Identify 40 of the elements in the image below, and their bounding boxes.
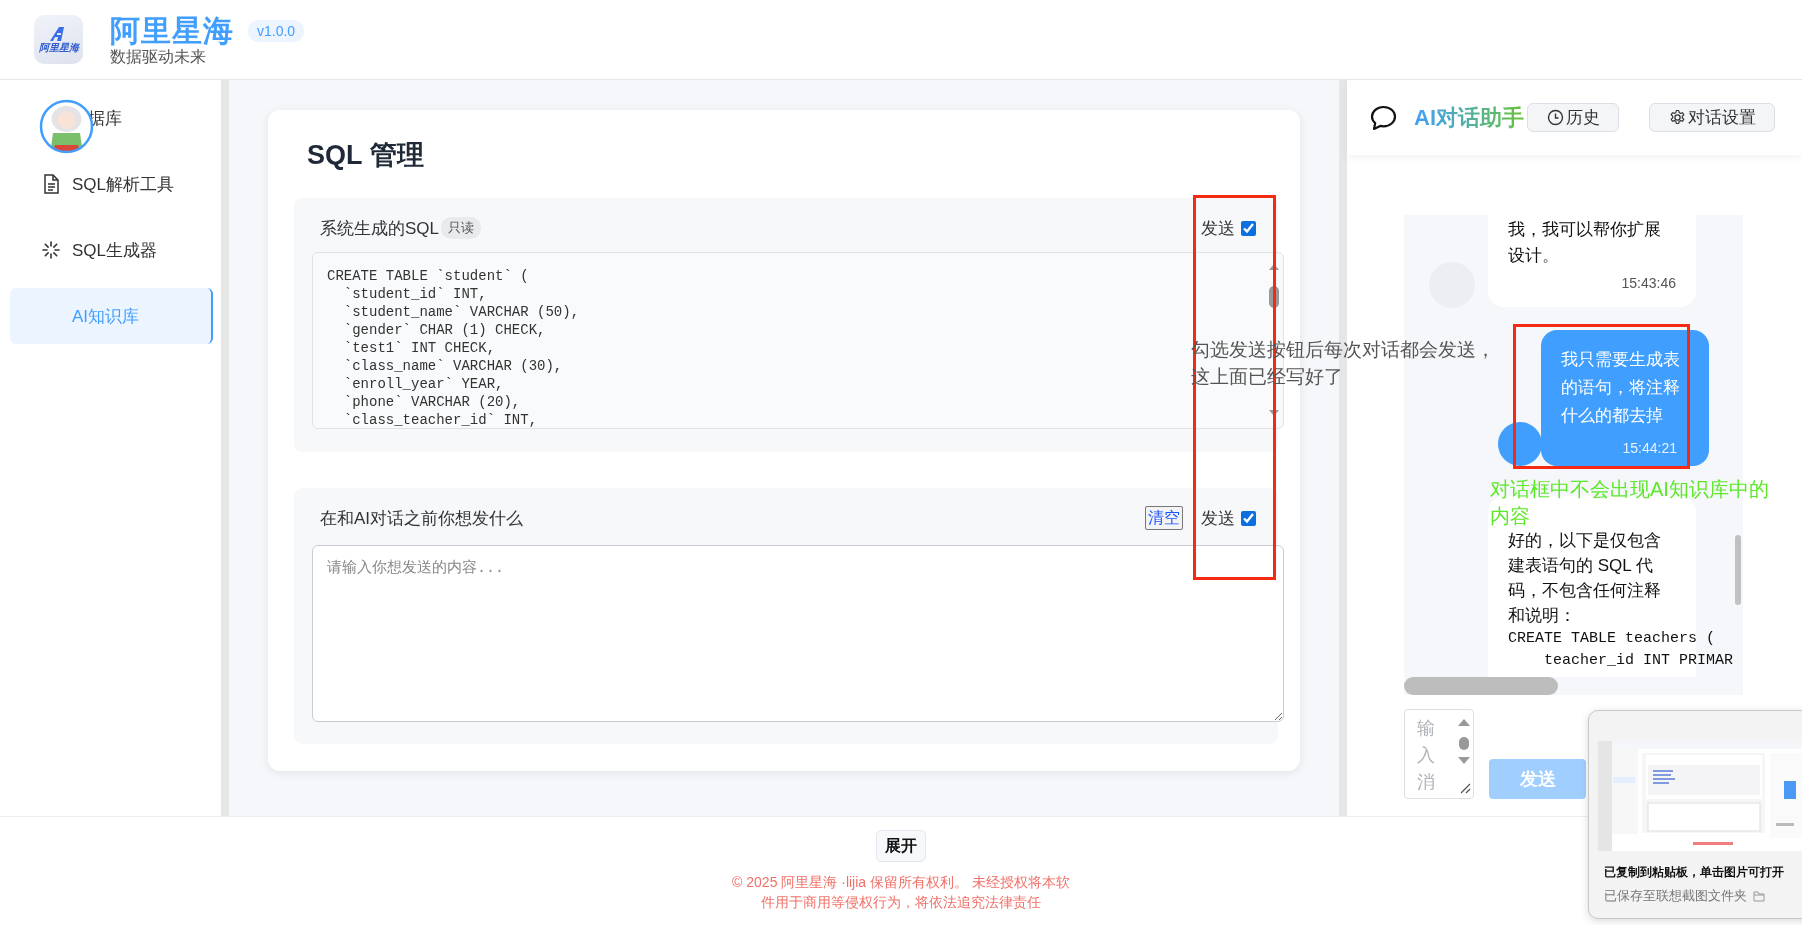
annotation-text: 对话框中不会出现AI知识库中的内容 [1490,477,1770,529]
notification-subtitle: 已保存至联想截图文件夹 [1604,887,1747,905]
sparkle-icon [42,241,60,259]
send-checkbox[interactable] [1241,220,1256,236]
send-checkbox[interactable] [1241,510,1256,526]
code-line: CREATE TABLE teachers ( [1508,629,1716,649]
chat-input[interactable]: 输入消 [1404,709,1474,799]
logo-text: 阿里星海 [38,42,79,53]
folder-icon[interactable] [1753,890,1765,902]
sidebar-item[interactable]: SQL解析工具 [10,156,213,212]
history-button[interactable]: 历史 [1527,103,1619,132]
section-label: 在和AI对话之前你想发什么 [320,507,524,530]
send-label: 发送 [1201,217,1235,240]
message-time: 15:44:21 [1621,439,1678,458]
scrollbar-drawing[interactable] [1456,717,1472,795]
app-title: 阿里星海 [110,12,234,49]
version-badge: v1.0.0 [248,19,305,42]
scrollbar-thumb[interactable] [1404,677,1558,695]
scrollbar-thumb[interactable] [1735,535,1741,605]
code-line: teacher_id INT PRIMAR [1543,651,1734,671]
chat-bubble-icon [1370,104,1397,131]
settings-button[interactable]: 对话设置 [1649,103,1775,132]
send-label: 发送 [1201,507,1235,530]
message-text: 好的，以下是仅包含建表语句的 SQL 代码，不包含任何注释和说明： [1508,530,1662,627]
clock-icon [1546,109,1564,126]
panel-title: SQL 管理 [307,139,425,172]
message-text: 我，我可以帮你扩展设计。 [1508,219,1662,267]
message-text: 我只需要生成表的语句，将注释什么的都去掉 [1561,349,1681,427]
message-input[interactable]: 请输入你想发送的内容... [312,545,1284,722]
message-time: 15:43:46 [1620,274,1676,293]
gear-icon [1668,109,1686,126]
expand-button[interactable]: 展开 [876,830,926,862]
clear-button[interactable]: 清空 [1145,506,1183,530]
copyright-text: © 2025 阿里星海 ·lijia 保留所有权利。 未经授权将本软件用于商用等侵权行为，将依法追究法律责任 [731,873,1071,912]
document-icon [42,174,60,194]
readonly-tag: 只读 [441,217,482,239]
sidebar-item[interactable]: SQL生成器 [10,222,213,278]
app-subtitle: 数据驱动未来 [110,46,207,67]
notification-title: 已复制到粘贴板，单击图片可打开 [1604,864,1784,881]
section-label: 系统生成的SQL [320,217,440,240]
